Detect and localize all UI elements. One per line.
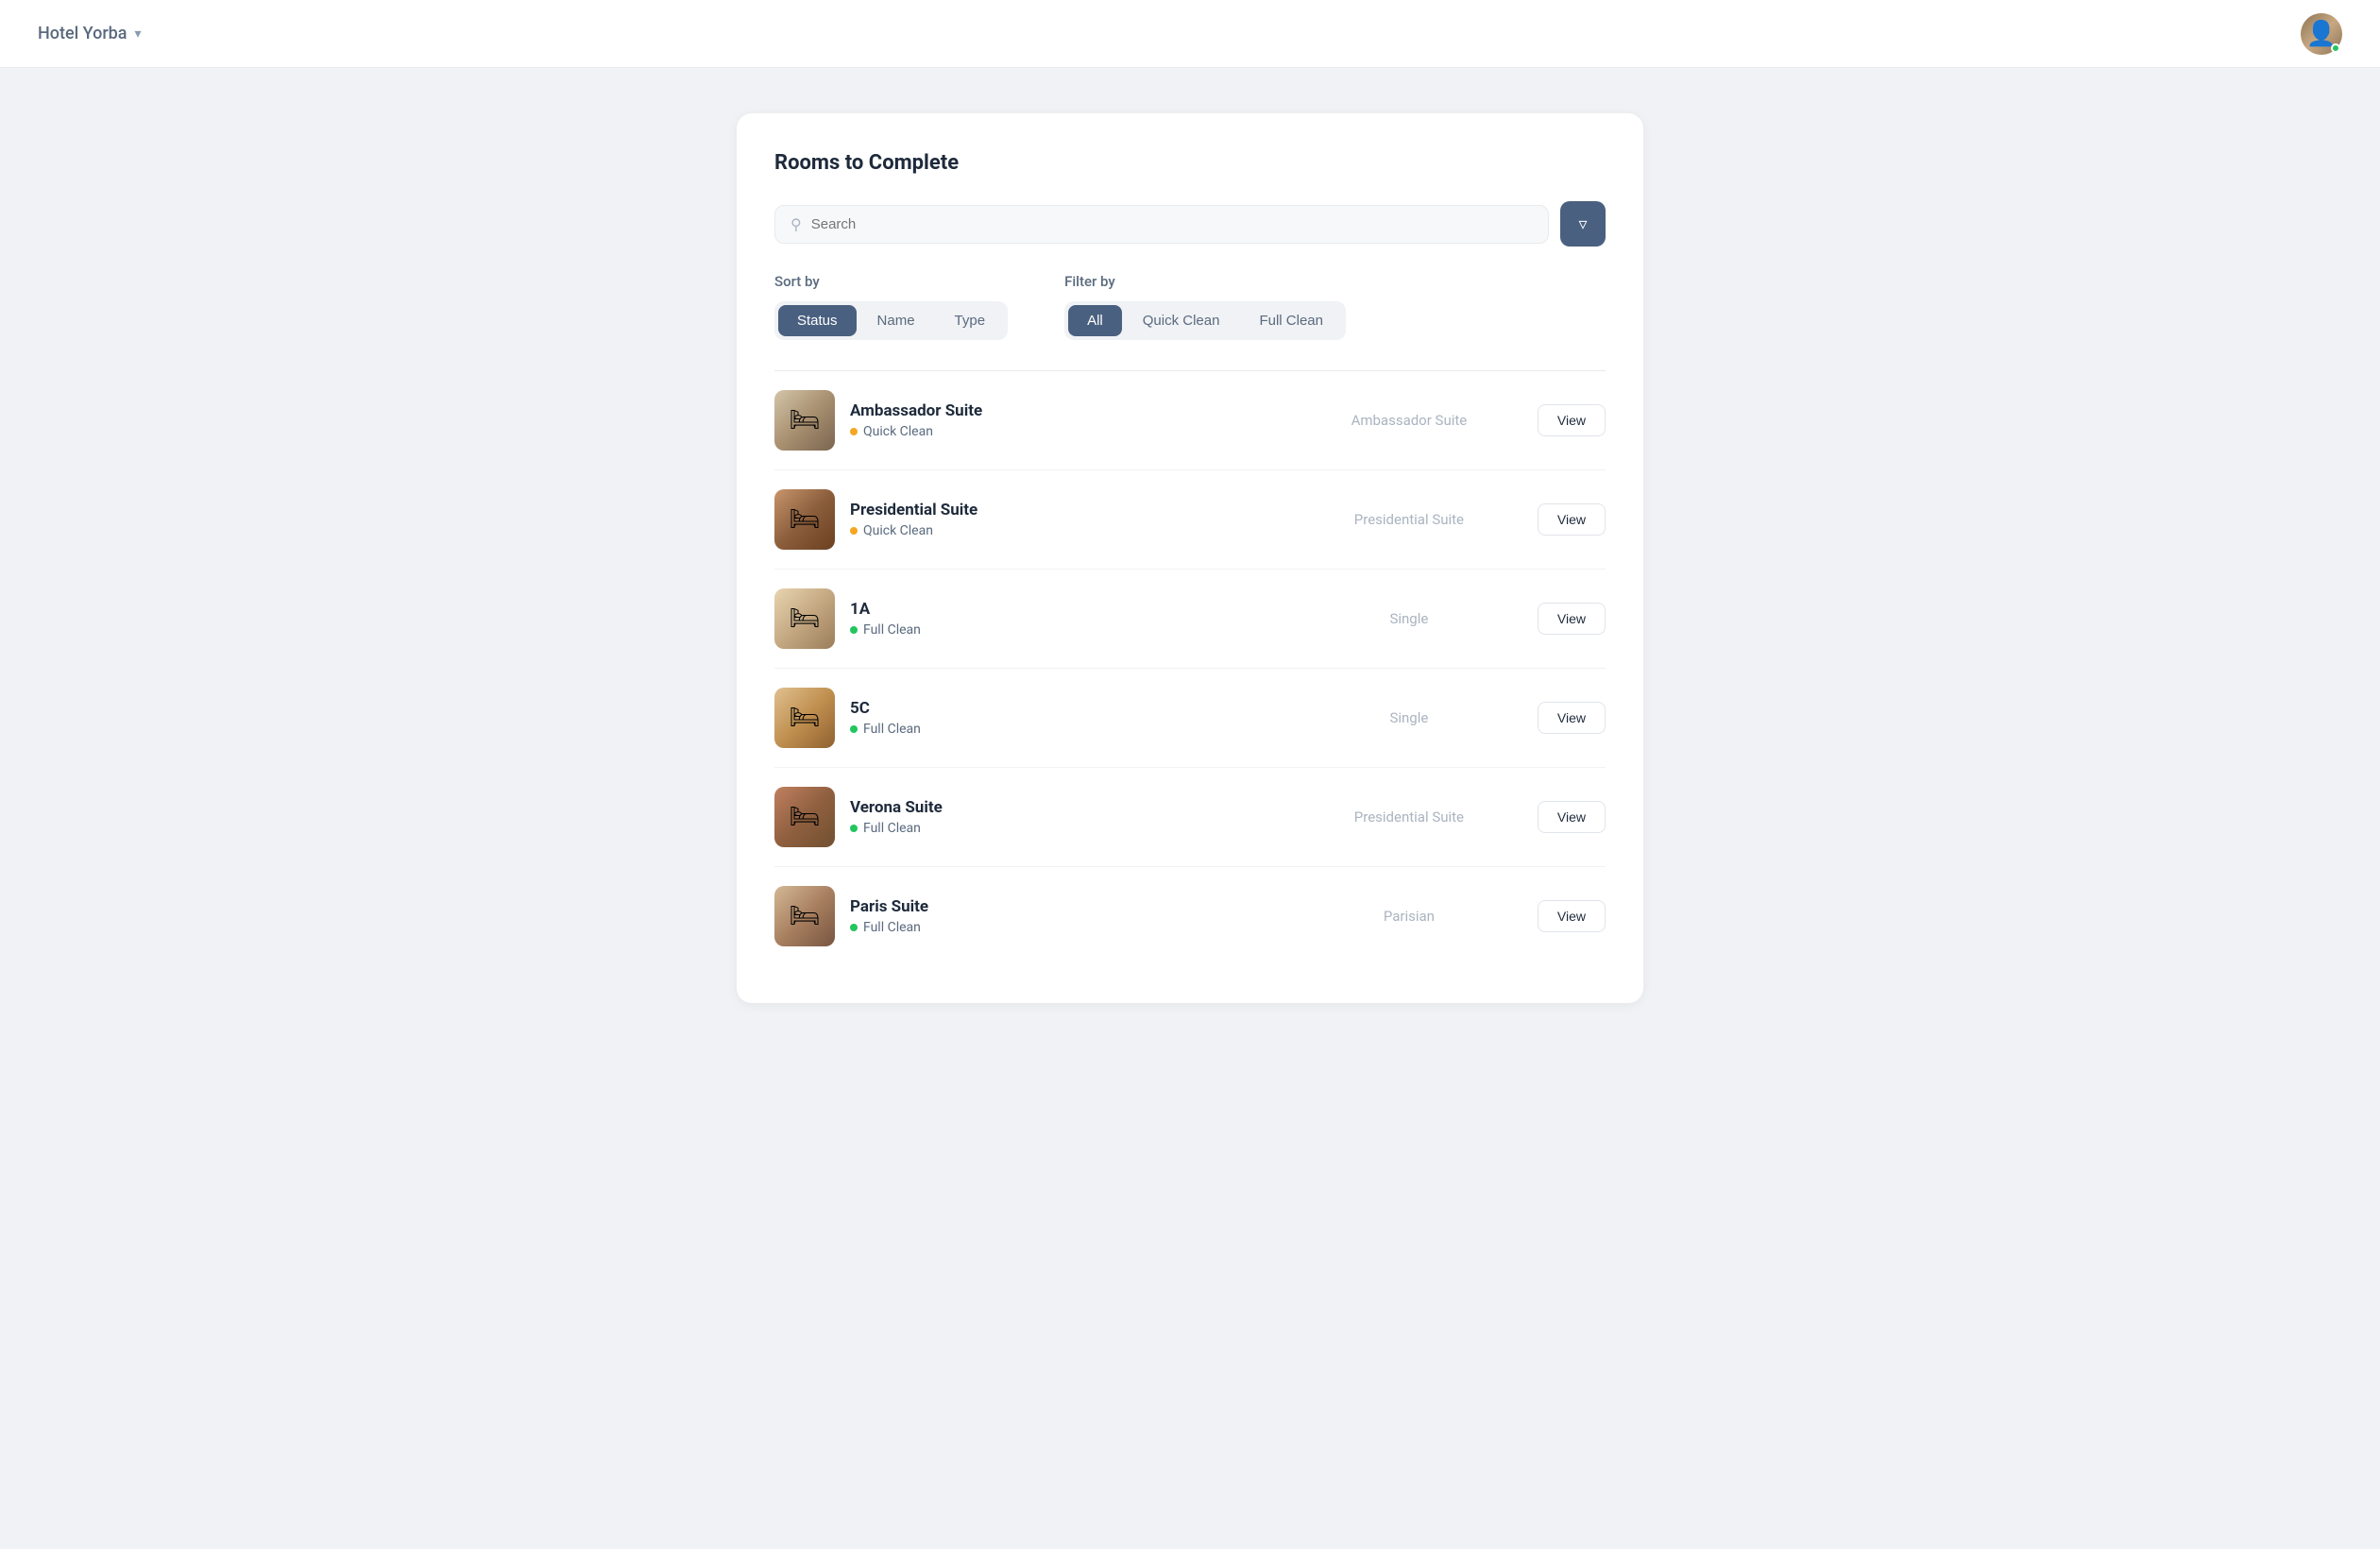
status-label-verona-suite: Full Clean [863, 821, 921, 836]
view-button-verona-suite[interactable]: View [1538, 801, 1606, 833]
room-thumbnail-presidential-suite: 🛏 [774, 489, 835, 550]
filter-by-btn-group: All Quick Clean Full Clean [1064, 301, 1346, 340]
controls-row: Sort by Status Name Type Filter by All Q… [774, 273, 1606, 340]
room-name-1a: 1A [850, 600, 1281, 619]
sort-by-label: Sort by [774, 273, 1008, 290]
status-label-ambassador-suite: Quick Clean [863, 424, 933, 439]
view-button-5c[interactable]: View [1538, 702, 1606, 734]
room-item-5c: 🛏 5C Full Clean Single View [774, 669, 1606, 768]
sort-by-status-button[interactable]: Status [778, 305, 857, 336]
room-type-5c: Single [1296, 709, 1522, 726]
view-button-1a[interactable]: View [1538, 603, 1606, 635]
filter-by-label: Filter by [1064, 273, 1346, 290]
status-label-presidential-suite: Quick Clean [863, 523, 933, 538]
room-info-1a: 1A Full Clean [850, 600, 1281, 638]
search-icon: ⚲ [790, 215, 802, 233]
room-item-presidential-suite: 🛏Presidential SuiteQuick CleanPresidenti… [774, 470, 1606, 570]
rooms-card: Rooms to Complete ⚲ ▿ Sort by Status Nam… [737, 113, 1643, 1003]
room-item-paris-suite: 🛏 Paris Suite Full Clean Parisian View [774, 867, 1606, 965]
room-status-paris-suite: Full Clean [850, 920, 1281, 935]
sort-by-name-button[interactable]: Name [858, 305, 934, 336]
online-status-dot [2331, 43, 2340, 53]
room-status-presidential-suite: Quick Clean [850, 523, 1281, 538]
hotel-name-button[interactable]: Hotel Yorba ▾ [38, 24, 142, 43]
status-label-1a: Full Clean [863, 622, 921, 638]
room-info-5c: 5C Full Clean [850, 699, 1281, 737]
room-name-presidential-suite: Presidential Suite [850, 501, 1281, 519]
room-thumbnail-1a: 🛏 [774, 588, 835, 649]
room-name-paris-suite: Paris Suite [850, 897, 1281, 916]
room-info-presidential-suite: Presidential Suite Quick Clean [850, 501, 1281, 538]
view-button-paris-suite[interactable]: View [1538, 900, 1606, 932]
search-input[interactable] [811, 216, 1533, 232]
search-row: ⚲ ▿ [774, 201, 1606, 247]
view-button-presidential-suite[interactable]: View [1538, 503, 1606, 536]
status-dot-1a [850, 626, 858, 634]
sort-by-type-button[interactable]: Type [936, 305, 1005, 336]
filter-full-clean-button[interactable]: Full Clean [1240, 305, 1342, 336]
room-name-verona-suite: Verona Suite [850, 798, 1281, 817]
status-label-5c: Full Clean [863, 722, 921, 737]
room-name-ambassador-suite: Ambassador Suite [850, 401, 1281, 420]
filter-quick-clean-button[interactable]: Quick Clean [1124, 305, 1239, 336]
page-title: Rooms to Complete [774, 151, 1606, 175]
room-thumbnail-paris-suite: 🛏 [774, 886, 835, 946]
chevron-down-icon: ▾ [135, 26, 142, 42]
status-dot-presidential-suite [850, 527, 858, 535]
room-info-paris-suite: Paris Suite Full Clean [850, 897, 1281, 935]
filter-icon: ▿ [1578, 214, 1587, 234]
room-item-verona-suite: 🛏 Verona Suite Full Clean Presidential Suit… [774, 768, 1606, 867]
filter-button[interactable]: ▿ [1560, 201, 1606, 247]
view-button-ambassador-suite[interactable]: View [1538, 404, 1606, 436]
room-thumbnail-5c: 🛏 [774, 688, 835, 748]
header: Hotel Yorba ▾ [0, 0, 2380, 68]
room-type-verona-suite: Presidential Suite [1296, 809, 1522, 826]
room-info-ambassador-suite: Ambassador Suite Quick Clean [850, 401, 1281, 439]
status-dot-verona-suite [850, 825, 858, 832]
room-status-verona-suite: Full Clean [850, 821, 1281, 836]
user-avatar[interactable] [2301, 13, 2342, 55]
status-label-paris-suite: Full Clean [863, 920, 921, 935]
room-item-ambassador-suite: 🛏Ambassador SuiteQuick CleanAmbassador S… [774, 371, 1606, 470]
room-status-1a: Full Clean [850, 622, 1281, 638]
main-content: Rooms to Complete ⚲ ▿ Sort by Status Nam… [0, 68, 2380, 1048]
room-thumbnail-verona-suite: 🛏 [774, 787, 835, 847]
status-dot-5c [850, 725, 858, 733]
filter-all-button[interactable]: All [1068, 305, 1122, 336]
status-dot-paris-suite [850, 924, 858, 931]
room-status-5c: Full Clean [850, 722, 1281, 737]
room-name-5c: 5C [850, 699, 1281, 718]
room-type-paris-suite: Parisian [1296, 908, 1522, 925]
room-type-1a: Single [1296, 610, 1522, 627]
room-thumbnail-ambassador-suite: 🛏 [774, 390, 835, 451]
hotel-name-label: Hotel Yorba [38, 24, 128, 43]
room-status-ambassador-suite: Quick Clean [850, 424, 1281, 439]
filter-by-group: Filter by All Quick Clean Full Clean [1064, 273, 1346, 340]
room-info-verona-suite: Verona Suite Full Clean [850, 798, 1281, 836]
room-type-ambassador-suite: Ambassador Suite [1296, 412, 1522, 429]
room-item-1a: 🛏 1A Full Clean Single View [774, 570, 1606, 669]
search-box: ⚲ [774, 205, 1549, 244]
status-dot-ambassador-suite [850, 428, 858, 435]
room-list: 🛏Ambassador SuiteQuick CleanAmbassador S… [774, 371, 1606, 965]
sort-by-btn-group: Status Name Type [774, 301, 1008, 340]
room-type-presidential-suite: Presidential Suite [1296, 511, 1522, 528]
sort-by-group: Sort by Status Name Type [774, 273, 1008, 340]
